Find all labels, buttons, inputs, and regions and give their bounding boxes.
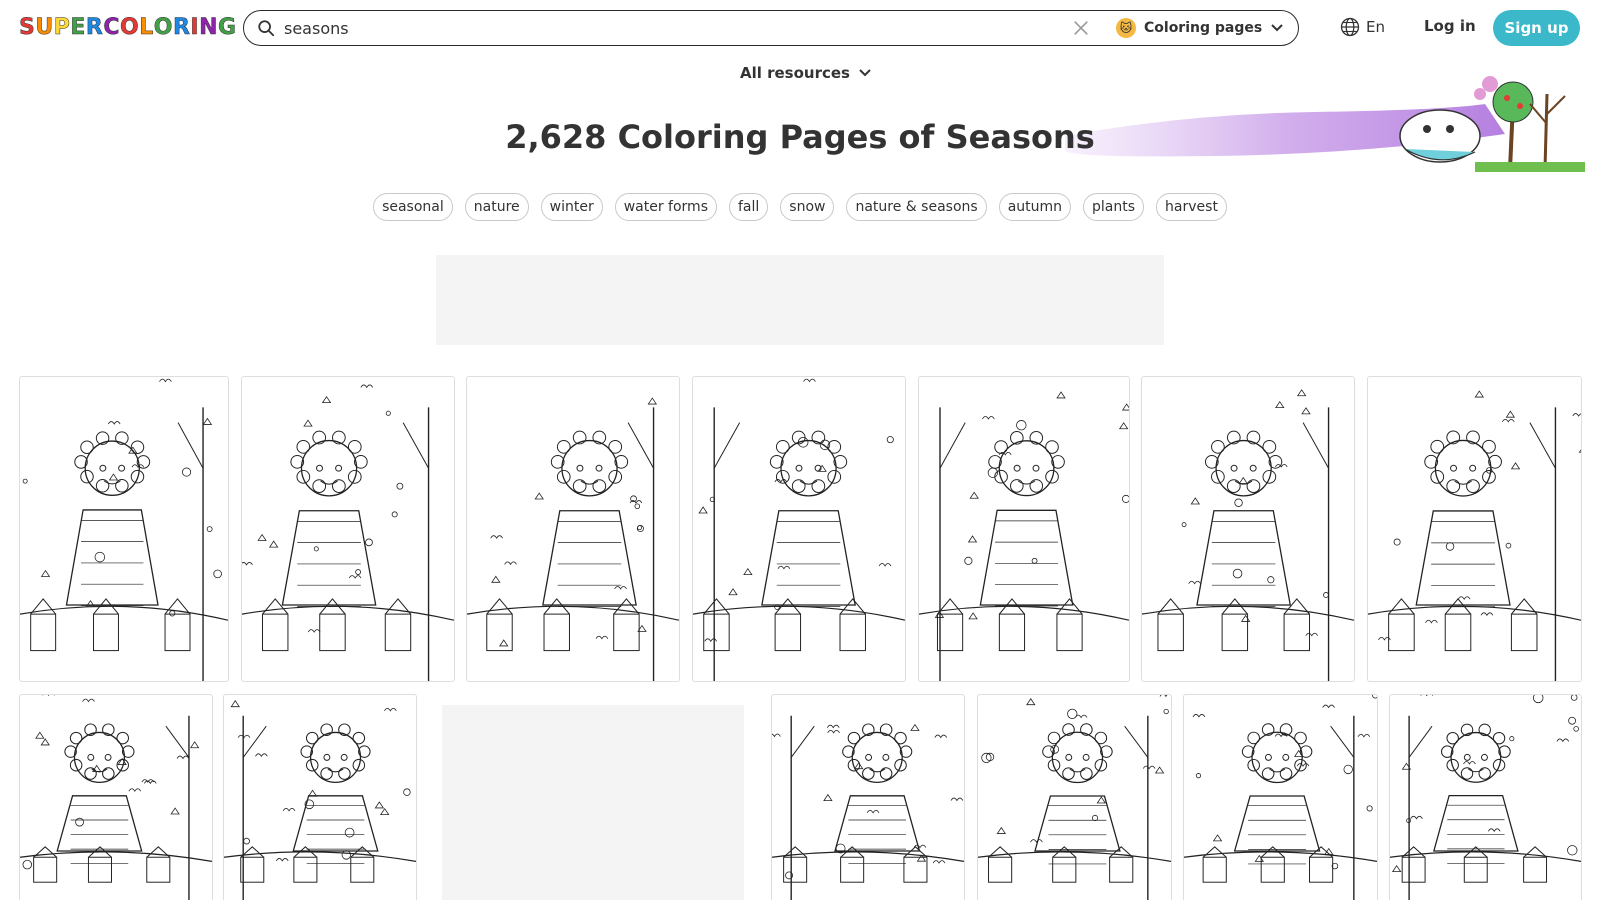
coloring-card-boy-with-globe[interactable] [466, 376, 680, 682]
coloring-page-thumbnail [693, 378, 905, 681]
search-icon [258, 20, 275, 37]
coloring-page-thumbnail [224, 700, 416, 900]
chevron-down-icon [859, 69, 871, 77]
coloring-page-thumbnail [467, 397, 679, 681]
language-label: En [1366, 18, 1385, 36]
content-type-label: Coloring pages [1144, 20, 1263, 36]
logo-letter: P [53, 14, 71, 40]
logo-letter: C [103, 14, 120, 40]
coloring-card-girl-with-tea[interactable] [19, 376, 229, 682]
search-input[interactable] [284, 17, 1004, 39]
search-bar: 🐱 Coloring pages [243, 10, 1299, 46]
coloring-card-girl-with-raccoon[interactable] [1367, 376, 1582, 682]
site-logo[interactable]: SUPERCOLORING [19, 12, 237, 42]
coloring-page-thumbnail [20, 378, 228, 681]
cat-emoji-icon: 🐱 [1116, 18, 1136, 38]
top-header: SUPERCOLORING 🐱 Coloring pages En L [0, 0, 1600, 56]
coloring-card-girl-with-umbrella-dog[interactable] [692, 376, 906, 682]
all-resources-label: All resources [740, 64, 850, 82]
logo-letter: U [35, 14, 54, 40]
tag-chip[interactable]: autumn [998, 193, 1072, 221]
tag-chip[interactable]: seasonal [373, 193, 453, 221]
ad-placeholder-grid [442, 705, 744, 900]
chevron-down-icon [1271, 24, 1283, 32]
language-selector[interactable]: En [1340, 17, 1385, 37]
tag-chip[interactable]: water forms [614, 193, 717, 221]
logo-letter: R [172, 14, 191, 40]
logo-letter: R [85, 14, 104, 40]
coloring-card-girl-christmas-tree[interactable] [771, 694, 965, 900]
coloring-card-girl-bird-tree[interactable] [1183, 694, 1378, 900]
logo-letter: O [120, 14, 140, 40]
all-resources-dropdown[interactable]: All resources [740, 64, 872, 82]
logo-letter: L [139, 14, 154, 40]
coloring-card-curly-girl-with-flowers[interactable] [1141, 376, 1355, 682]
logo-letter: S [19, 14, 36, 40]
coloring-card-boy-birdhouse[interactable] [223, 694, 417, 900]
coloring-page-thumbnail [772, 715, 964, 900]
coloring-page-thumbnail [978, 695, 1171, 900]
tag-chip[interactable]: fall [729, 193, 769, 221]
signup-button[interactable]: Sign up [1493, 10, 1580, 46]
coloring-page-thumbnail [1390, 695, 1581, 900]
coloring-page-thumbnail [1142, 389, 1354, 681]
content-type-dropdown[interactable]: 🐱 Coloring pages [1116, 16, 1284, 40]
tag-chip[interactable]: nature & seasons [846, 193, 987, 221]
coloring-card-girl-umbrella-rain[interactable] [19, 694, 213, 900]
logo-letter: E [70, 14, 86, 40]
coloring-card-girl-clock[interactable] [1389, 694, 1582, 900]
coloring-page-thumbnail [1368, 390, 1581, 681]
page-title: 2,628 Coloring Pages of Seasons [505, 118, 1095, 156]
tag-chip[interactable]: harvest [1156, 193, 1227, 221]
coloring-card-boy-balloons[interactable] [977, 694, 1172, 900]
coloring-page-thumbnail [1184, 695, 1377, 900]
logo-letter: O [153, 14, 173, 40]
tag-chip[interactable]: snow [780, 193, 835, 221]
logo-letter: I [190, 14, 200, 40]
globe-icon [1340, 17, 1360, 37]
logo-letter: N [199, 14, 218, 40]
tag-chip[interactable]: plants [1083, 193, 1145, 221]
logo-letter: G [218, 14, 237, 40]
clear-search-icon[interactable] [1072, 19, 1090, 37]
tag-chip[interactable]: nature [464, 193, 529, 221]
ad-placeholder-top [436, 255, 1164, 345]
coloring-card-girl-with-basket[interactable] [241, 376, 455, 682]
login-link[interactable]: Log in [1424, 17, 1476, 35]
coloring-card-boy-at-window[interactable] [918, 376, 1130, 682]
coloring-page-thumbnail [20, 695, 212, 900]
coloring-page-thumbnail [919, 391, 1129, 681]
coloring-page-thumbnail [242, 384, 454, 681]
tag-list: seasonal nature winter water forms fall snow n… [0, 193, 1600, 221]
tag-chip[interactable]: winter [540, 193, 603, 221]
